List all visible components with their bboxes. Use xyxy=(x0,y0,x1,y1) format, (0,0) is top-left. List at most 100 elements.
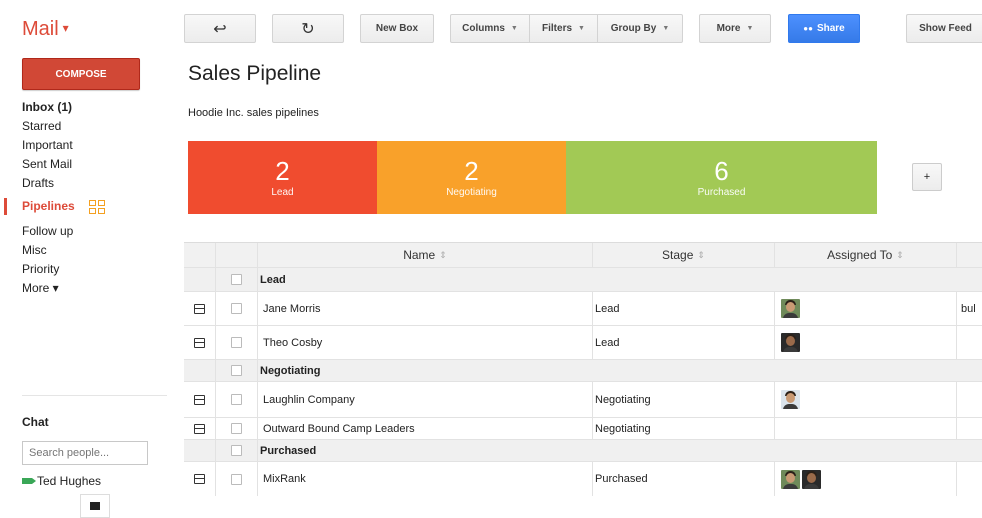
group-checkbox[interactable] xyxy=(231,445,242,456)
chevron-down-icon: ▼ xyxy=(578,25,585,32)
chat-toggle-button[interactable] xyxy=(80,494,110,518)
sidebar-item-pipelines[interactable]: Pipelines xyxy=(4,197,162,216)
table-row[interactable]: Jane Morris Lead bul xyxy=(184,292,982,326)
cell-name[interactable]: Laughlin Company xyxy=(258,382,593,417)
sidebar-item-starred[interactable]: Starred xyxy=(22,117,162,136)
chevron-down-icon: ▼ xyxy=(510,25,518,32)
app-menu[interactable]: Mail ▾ xyxy=(22,18,69,41)
search-people-input[interactable] xyxy=(22,441,148,465)
compose-button[interactable]: COMPOSE xyxy=(22,58,140,90)
row-select-cell xyxy=(216,418,258,439)
column-header-extra xyxy=(957,243,982,267)
stage-label: Negotiating xyxy=(446,187,497,198)
open-box-icon[interactable] xyxy=(194,394,205,405)
stage-summary-purchased[interactable]: 6 Purchased xyxy=(566,141,877,214)
row-checkbox[interactable] xyxy=(231,337,242,348)
group-title: Purchased xyxy=(260,444,317,457)
avatar xyxy=(802,469,821,489)
row-checkbox[interactable] xyxy=(231,423,242,434)
filters-label: Filters xyxy=(542,23,573,34)
cell-assigned-to[interactable] xyxy=(775,382,957,417)
open-box-icon[interactable] xyxy=(194,474,205,484)
row-select-cell xyxy=(216,382,258,417)
column-header-name[interactable]: Name ⇕ xyxy=(258,243,593,267)
cell-stage[interactable]: Negotiating xyxy=(593,418,775,439)
header-icon-col xyxy=(184,243,216,267)
cell-extra[interactable]: bul xyxy=(957,292,982,325)
sort-icon: ⇕ xyxy=(439,249,447,260)
cell-extra[interactable] xyxy=(957,326,982,359)
pipeline-grid-icon xyxy=(88,199,105,214)
group-checkbox[interactable] xyxy=(231,274,242,285)
cell-name[interactable]: Outward Bound Camp Leaders xyxy=(258,418,593,439)
video-status-icon xyxy=(22,478,36,484)
stage-count: 2 xyxy=(275,156,290,186)
sidebar-item-misc[interactable]: Misc xyxy=(22,241,162,260)
table-row[interactable]: MixRank Purchased xyxy=(184,462,982,496)
more-label: More xyxy=(716,23,741,34)
chat-contact[interactable]: Ted Hughes xyxy=(22,474,101,488)
sidebar-item-priority[interactable]: Priority xyxy=(22,260,162,279)
row-checkbox[interactable] xyxy=(231,394,242,405)
open-box-icon[interactable] xyxy=(194,423,205,434)
column-header-assigned-to[interactable]: Assigned To ⇕ xyxy=(775,243,957,267)
new-box-button[interactable]: New Box xyxy=(360,14,434,43)
sidebar-divider xyxy=(22,395,167,396)
cell-stage[interactable]: Lead xyxy=(593,292,775,325)
cell-assigned-to[interactable] xyxy=(775,326,957,359)
group-checkbox[interactable] xyxy=(231,365,242,376)
group-row: Lead xyxy=(184,268,982,292)
row-icon-cell xyxy=(184,382,216,417)
cell-name[interactable]: Jane Morris xyxy=(258,292,593,325)
sidebar-item-sent-mail[interactable]: Sent Mail xyxy=(22,155,162,174)
cell-extra[interactable] xyxy=(957,462,982,496)
back-button[interactable]: ↩ xyxy=(184,14,256,43)
cell-stage[interactable]: Lead xyxy=(593,326,775,359)
open-box-icon[interactable] xyxy=(194,303,205,314)
table-row[interactable]: Outward Bound Camp Leaders Negotiating xyxy=(184,418,982,440)
stage-summary-negotiating[interactable]: 2 Negotiating xyxy=(377,141,566,214)
stage-label: Lead xyxy=(271,187,294,198)
sidebar-item-follow-up[interactable]: Follow up xyxy=(22,222,162,241)
column-header-stage[interactable]: Stage ⇕ xyxy=(593,243,775,267)
sidebar-item-inbox[interactable]: Inbox (1) xyxy=(22,98,162,117)
group-row: Purchased xyxy=(184,440,982,462)
table-row[interactable]: Laughlin Company Negotiating xyxy=(184,382,982,418)
share-people-icon: ●● xyxy=(803,24,813,33)
stage-count: 6 xyxy=(714,156,729,186)
columns-label: Columns xyxy=(462,23,505,34)
cell-assigned-to[interactable] xyxy=(775,418,957,439)
row-checkbox[interactable] xyxy=(231,473,242,485)
table-row[interactable]: Theo Cosby Lead xyxy=(184,326,982,360)
refresh-icon: ↻ xyxy=(301,20,315,38)
cell-name[interactable]: Theo Cosby xyxy=(258,326,593,359)
add-stage-button[interactable]: + xyxy=(912,163,942,191)
group-by-button[interactable]: Group By ▼ xyxy=(597,14,683,43)
chat-title: Chat xyxy=(22,415,49,429)
cell-extra[interactable] xyxy=(957,418,982,439)
row-checkbox[interactable] xyxy=(231,303,242,314)
cell-stage[interactable]: Purchased xyxy=(593,462,775,496)
chevron-down-icon: ▼ xyxy=(662,25,670,32)
columns-button[interactable]: Columns ▼ xyxy=(450,14,530,43)
pipeline-description: Hoodie Inc. sales pipelines xyxy=(188,107,319,119)
cell-assigned-to[interactable] xyxy=(775,292,957,325)
group-select-cell xyxy=(216,268,258,291)
share-button[interactable]: ●● Share xyxy=(788,14,860,43)
cell-assigned-to[interactable] xyxy=(775,462,957,496)
filters-button[interactable]: Filters ▼ xyxy=(529,14,598,43)
refresh-button[interactable]: ↻ xyxy=(272,14,344,43)
cell-name[interactable]: MixRank xyxy=(258,462,593,496)
more-button[interactable]: More ▼ xyxy=(699,14,771,43)
sidebar-item-drafts[interactable]: Drafts xyxy=(22,174,162,193)
cell-extra[interactable] xyxy=(957,382,982,417)
open-box-icon[interactable] xyxy=(194,337,205,348)
cell-stage[interactable]: Negotiating xyxy=(593,382,775,417)
sidebar-item-more[interactable]: More ▾ xyxy=(22,279,162,298)
stage-summary-lead[interactable]: 2 Lead xyxy=(188,141,377,214)
sort-icon: ⇕ xyxy=(697,249,705,260)
share-label: Share xyxy=(816,23,845,34)
row-icon-cell xyxy=(184,418,216,439)
sidebar-item-important[interactable]: Important xyxy=(22,136,162,155)
show-feed-button[interactable]: Show Feed xyxy=(906,14,982,43)
